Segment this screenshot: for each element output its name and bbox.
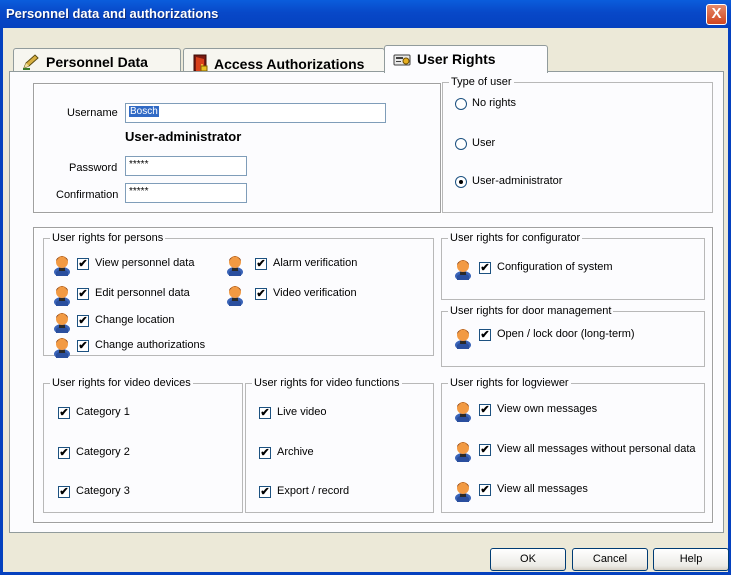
radio-label: User-administrator: [472, 175, 563, 187]
checkbox-label: Open / lock door (long-term): [497, 328, 635, 340]
checkbox-label: Live video: [277, 406, 327, 418]
checkbox-category-2[interactable]: ✔: [58, 447, 70, 459]
checkbox-label: Configuration of system: [497, 261, 613, 273]
person-icon: [454, 440, 472, 462]
tab-access-authorizations[interactable]: Access Authorizations: [183, 48, 385, 73]
door-icon: [193, 54, 208, 72]
checkbox-configuration-of-system[interactable]: ✔: [479, 262, 491, 274]
configurator-rights-group: User rights for configurator ✔ Configura…: [441, 232, 705, 300]
checkbox-view-all-messages[interactable]: ✔: [479, 484, 491, 496]
confirmation-label: Confirmation: [56, 189, 119, 201]
checkbox-change-location[interactable]: ✔: [77, 315, 89, 327]
checkbox-alarm-verification[interactable]: ✔: [255, 258, 267, 270]
checkbox-label: View all messages without personal data: [497, 443, 696, 455]
checkbox-label: Change authorizations: [95, 339, 206, 351]
person-icon: [454, 327, 472, 349]
tab-label: Access Authorizations: [214, 56, 365, 72]
logviewer-rights-group: User rights for logviewer ✔ View own mes…: [441, 377, 705, 513]
help-button[interactable]: Help: [653, 548, 729, 571]
checkbox-change-authorizations[interactable]: ✔: [77, 340, 89, 352]
person-icon: [454, 480, 472, 502]
checkbox-label: View own messages: [497, 403, 598, 415]
persons-rights-group: User rights for persons ✔ View personnel…: [43, 232, 434, 358]
person-icon: [226, 254, 244, 276]
checkbox-label: Change location: [95, 314, 175, 326]
person-icon: [53, 254, 71, 276]
group-legend: User rights for video devices: [50, 377, 193, 389]
group-legend: User rights for door management: [448, 305, 614, 317]
checkbox-label: Category 1: [76, 406, 130, 418]
password-input[interactable]: *****: [125, 156, 247, 176]
tab-label: User Rights: [417, 51, 496, 67]
person-icon: [53, 311, 71, 333]
radio-label: User: [472, 137, 496, 149]
title-bar[interactable]: Personnel data and authorizations X: [0, 0, 731, 28]
checkbox-label: Category 2: [76, 446, 130, 458]
group-legend: User rights for logviewer: [448, 377, 571, 389]
group-legend: User rights for configurator: [448, 232, 583, 244]
group-legend: User rights for persons: [50, 232, 166, 244]
radio-no-rights[interactable]: [455, 98, 467, 110]
checkbox-category-1[interactable]: ✔: [58, 407, 70, 419]
checkbox-label: Alarm verification: [273, 257, 358, 269]
checkbox-category-3[interactable]: ✔: [58, 486, 70, 498]
checkbox-export-record[interactable]: ✔: [259, 486, 271, 498]
tab-panel: Username Bosch User-administrator Passwo…: [9, 71, 724, 533]
checkbox-label: Edit personnel data: [95, 287, 190, 299]
cancel-button[interactable]: Cancel: [572, 548, 648, 571]
checkbox-label: View personnel data: [95, 257, 195, 269]
username-input[interactable]: Bosch: [125, 103, 386, 123]
group-legend: User rights for video functions: [252, 377, 402, 389]
ok-button[interactable]: OK: [490, 548, 566, 571]
radio-user[interactable]: [455, 138, 467, 150]
person-icon: [53, 284, 71, 306]
checkbox-view-personnel-data[interactable]: ✔: [77, 258, 89, 270]
pencil-icon: [23, 54, 39, 70]
checkbox-label: Category 3: [76, 485, 130, 497]
confirmation-input[interactable]: *****: [125, 183, 247, 203]
tab-label: Personnel Data: [46, 54, 148, 70]
rights-box: User rights for persons ✔ View personnel…: [33, 227, 713, 523]
radio-label: No rights: [472, 97, 517, 109]
tab-user-rights[interactable]: User Rights: [384, 45, 548, 73]
checkbox-edit-personnel-data[interactable]: ✔: [77, 288, 89, 300]
person-icon: [454, 400, 472, 422]
username-label: Username: [67, 107, 118, 119]
key-card-icon: [393, 54, 411, 66]
checkbox-label: Archive: [277, 446, 314, 458]
checkbox-label: Video verification: [273, 287, 357, 299]
person-icon: [226, 284, 244, 306]
close-icon: X: [711, 5, 722, 22]
radio-user-administrator[interactable]: [455, 176, 467, 188]
checkbox-view-all-messages-without-personal-data[interactable]: ✔: [479, 444, 491, 456]
password-label: Password: [69, 162, 118, 174]
checkbox-view-own-messages[interactable]: ✔: [479, 404, 491, 416]
video-functions-rights-group: User rights for video functions ✔ Live v…: [245, 377, 434, 513]
door-management-rights-group: User rights for door management ✔ Open /…: [441, 305, 705, 367]
close-button[interactable]: X: [706, 4, 727, 25]
video-devices-rights-group: User rights for video devices ✔ Category…: [43, 377, 243, 513]
checkbox-video-verification[interactable]: ✔: [255, 288, 267, 300]
checkbox-label: Export / record: [277, 485, 350, 497]
user-role-text: User-administrator: [125, 129, 242, 144]
checkbox-open-lock-door[interactable]: ✔: [479, 329, 491, 341]
checkbox-archive[interactable]: ✔: [259, 447, 271, 459]
person-icon: [53, 336, 71, 358]
type-of-user-group: Type of user No rights User User-adminis…: [442, 76, 713, 213]
tab-personnel-data[interactable]: Personnel Data: [13, 48, 181, 73]
checkbox-label: View all messages: [497, 483, 588, 495]
group-legend: Type of user: [449, 76, 514, 88]
checkbox-live-video[interactable]: ✔: [259, 407, 271, 419]
login-box: Username Bosch User-administrator Passwo…: [33, 83, 441, 213]
window-title: Personnel data and authorizations: [6, 6, 219, 21]
person-icon: [454, 258, 472, 280]
